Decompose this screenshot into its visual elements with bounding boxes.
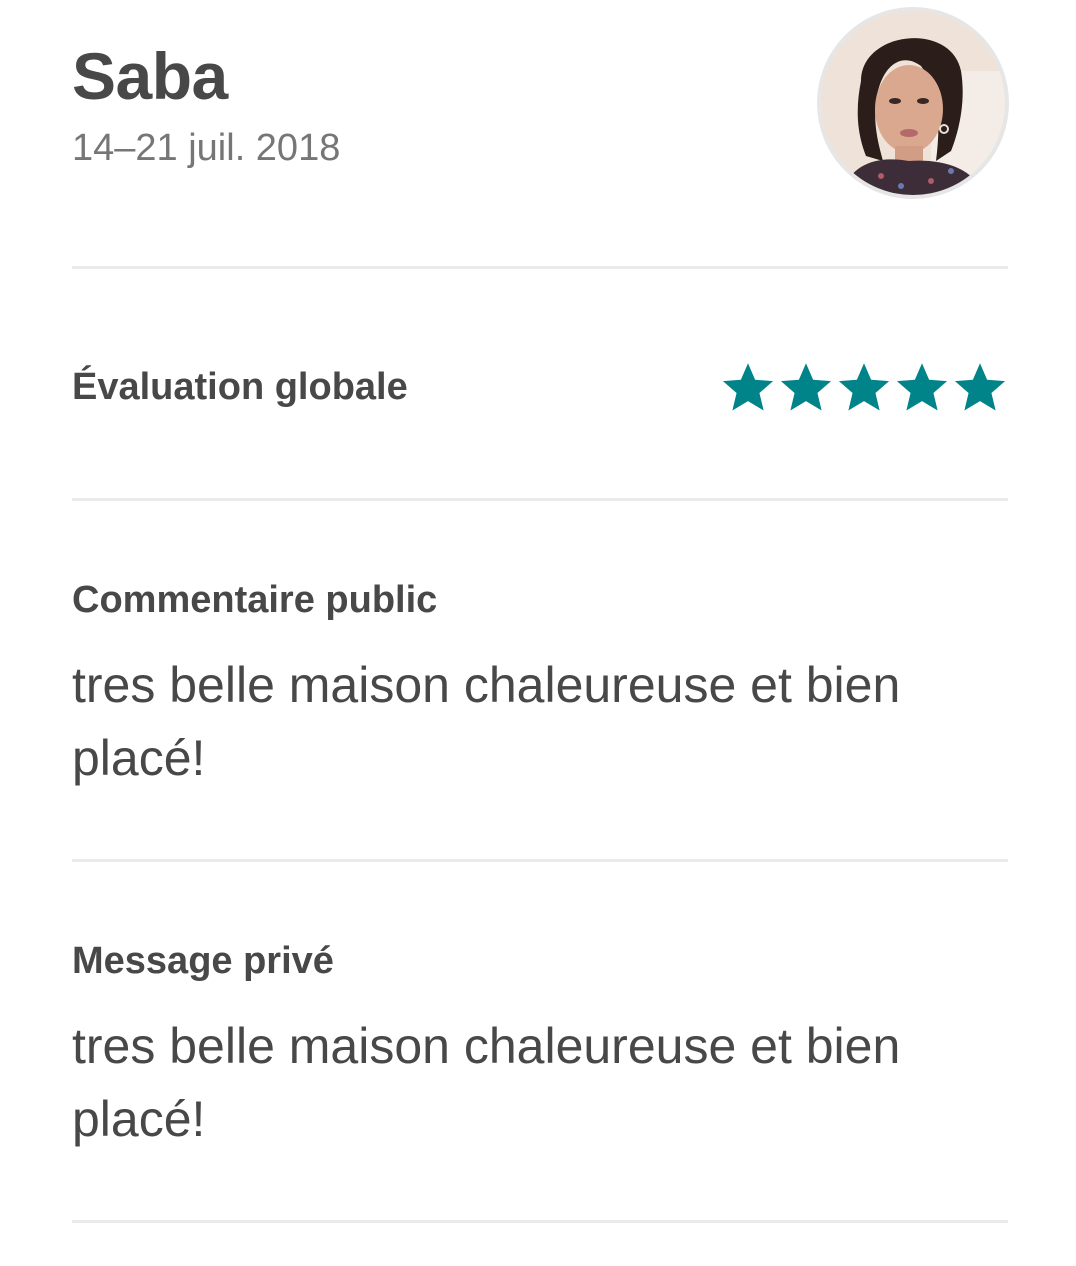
star-icon	[720, 359, 776, 415]
stay-dates: 14–21 juil. 2018	[72, 127, 341, 169]
star-rating	[720, 359, 1008, 415]
avatar[interactable]	[817, 7, 1009, 199]
divider	[72, 1220, 1008, 1223]
star-icon	[894, 359, 950, 415]
star-icon	[952, 359, 1008, 415]
private-message-text: tres belle maison chaleureuse et bien pl…	[72, 1018, 901, 1147]
divider	[72, 859, 1008, 862]
reviewer-name: Saba	[72, 39, 228, 113]
star-icon	[836, 359, 892, 415]
review-header: Saba 14–21 juil. 2018	[72, 7, 1009, 210]
divider	[72, 498, 1008, 501]
avatar-photo	[821, 11, 1005, 195]
private-message-title: Message privé	[72, 940, 334, 982]
overall-rating-row: Évaluation globale	[72, 355, 1008, 425]
divider	[72, 266, 1008, 269]
overall-rating-label: Évaluation globale	[72, 366, 408, 408]
public-comment-title: Commentaire public	[72, 579, 438, 621]
public-comment-text: tres belle maison chaleureuse et bien pl…	[72, 657, 901, 786]
star-icon	[778, 359, 834, 415]
